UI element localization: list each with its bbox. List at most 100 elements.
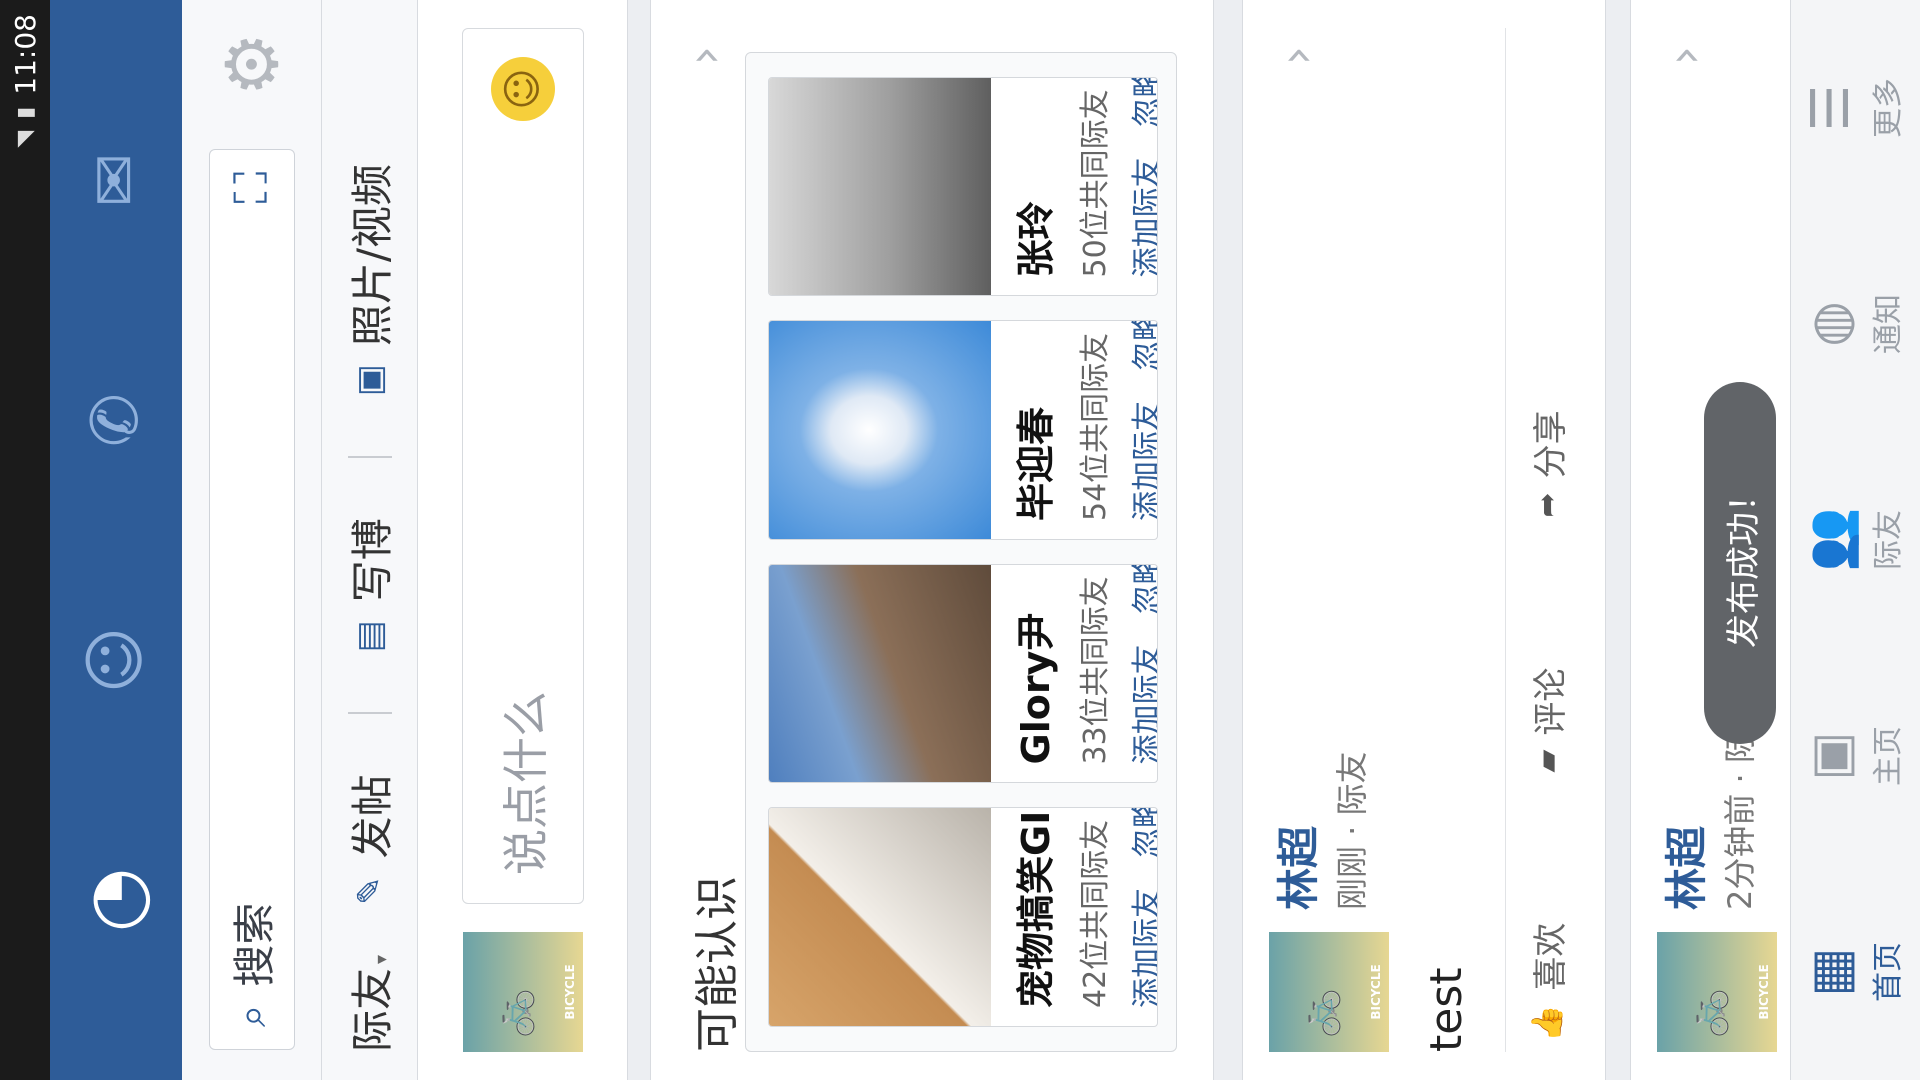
ignore-link[interactable]: 忽略 [1130,564,1158,615]
thumbs-up-icon: 👍 [1530,1004,1565,1042]
post-button[interactable]: ✎ 发帖 [339,774,400,905]
emoji-icon[interactable]: ☺ [490,57,555,121]
friends-icon: 👥 [1801,507,1861,573]
app-toolbar: ◔ ☺ ✆ ✉ [50,0,182,1080]
post-label: 发帖 [348,774,397,859]
person-name[interactable]: 张玲 [1005,96,1060,277]
mutual-friends: 33位共同际友 [1078,576,1113,765]
messenger-icon[interactable]: ☺ [79,600,153,720]
ignore-link[interactable]: 忽略 [1130,77,1158,128]
signal-icon: ▮ [12,106,38,119]
blog-label: 写博 [348,518,397,603]
globe-icon: ◍ [1801,301,1861,347]
person-photo[interactable] [769,808,991,1026]
person-name[interactable]: 毕迎春 [1005,340,1060,521]
photo-label: 照片/视频 [348,164,397,347]
nav-friends[interactable]: 👥 际友 [1801,440,1907,640]
nav-home[interactable]: ▦ 首页 [1801,872,1907,1072]
person-info: 毕迎春 54位共同际友 添加际友 忽略 [991,321,1158,540]
status-bar: ◥ ▮ 11:08 [0,0,50,1080]
clock: 11:08 [8,14,42,95]
comment-icon: ▰ [1530,749,1565,773]
document-icon: ▤ [349,620,390,653]
scan-icon[interactable]: ⛶ [224,172,280,204]
toast-message: 发布成功！ [1704,382,1776,744]
blog-button[interactable]: ▤ 写博 [339,518,400,652]
mutual-friends: 42位共同际友 [1078,819,1113,1008]
person-info: 宠物搞笑GIF 42位共同际友 添加际友 忽略 [991,808,1158,1027]
person-card[interactable]: Glory尹 33位共同际友 添加际友 忽略 [768,564,1158,784]
comment-button[interactable]: ▰ 评论 [1523,668,1572,773]
bicycle-icon: 🚲 [1684,988,1730,1038]
composer-bar: 际友 ▾ ✎ 发帖 ▤ 写博 ▣ 照片/视频 [322,0,418,1080]
nav-profile[interactable]: ▣ 主页 [1801,656,1907,856]
status-input[interactable]: 说点什么 ☺ [461,28,584,904]
add-friend-link[interactable]: 添加际友 [1130,888,1158,1008]
post-author[interactable]: 林超 [1653,826,1714,910]
person-actions: 添加际友忽略 [1122,808,1158,1009]
nav-notify[interactable]: ◍ 通知 [1801,224,1907,424]
add-friend-link[interactable]: 添加际友 [1130,645,1158,765]
mutual-friends: 54位共同际友 [1078,332,1113,521]
person-photo[interactable] [769,78,991,296]
divider [347,456,392,459]
ignore-link[interactable]: 忽略 [1130,808,1158,859]
mail-icon[interactable]: ✉ [79,120,153,240]
search-icon: ⌕ [228,1004,275,1027]
post-meta: 刚刚 · 际友 [1333,751,1371,910]
feed-post: 🚲 BICYCLE 林超 刚刚 · 际友 › test 👍 喜欢 ▰ 评论 ➦ 分享 [1242,0,1606,1080]
person-info: Glory尹 33位共同际友 添加际友 忽略 [991,564,1158,783]
person-card[interactable]: 张玲 50位共同际友 添加际友 忽略 [768,77,1158,297]
profile-icon: ▣ [1801,731,1861,781]
chevron-right-icon[interactable]: › [677,46,733,65]
gear-icon[interactable]: ⚙ [210,32,294,97]
add-friend-link[interactable]: 添加际友 [1130,401,1158,521]
menu-icon: ☰ [1801,84,1861,132]
person-photo[interactable] [769,565,991,783]
circle-label: 际友 [348,967,397,1052]
person-name[interactable]: Glory尹 [1005,583,1060,765]
nav-notify-label: 通知 [1871,294,1906,354]
avatar[interactable]: 🚲 BICYCLE [1657,932,1777,1052]
person-card[interactable]: 宠物搞笑GIF 42位共同际友 添加际友 忽略 [768,807,1158,1027]
post-body: test [1421,967,1472,1053]
screen: ◥ ▮ 11:08 ◔ ☺ ✆ ✉ ⌕ 搜索 ⛶ ⚙ 际友 ▾ ✎ 发帖 ▤ 写博 ▣… [0,0,1920,1080]
dropdown-icon: ▾ [371,954,392,964]
ignore-link[interactable]: 忽略 [1130,321,1158,372]
post-actions: 👍 喜欢 ▰ 评论 ➦ 分享 [1505,28,1589,1052]
bicycle-icon: 🚲 [1296,988,1342,1038]
phone-icon[interactable]: ✆ [79,360,153,480]
like-label: 喜欢 [1531,922,1571,991]
like-button[interactable]: 👍 喜欢 [1523,923,1572,1042]
chevron-down-icon[interactable]: › [1657,46,1713,65]
app-logo-icon[interactable]: ◔ [73,840,159,960]
search-input[interactable]: ⌕ 搜索 ⛶ [208,148,295,1050]
nav-more-label: 更多 [1871,78,1906,138]
chevron-down-icon[interactable]: › [1269,46,1325,65]
post-author[interactable]: 林超 [1265,826,1326,910]
pymk-title: 可能认识 [692,876,743,1052]
bicycle-icon: 🚲 [489,988,536,1038]
avatar[interactable]: 🚲 BICYCLE [1269,932,1389,1052]
circle-selector[interactable]: 际友 ▾ [339,955,400,1052]
person-card[interactable]: 毕迎春 54位共同际友 添加际友 忽略 [768,320,1158,540]
search-placeholder: 搜索 [230,902,279,987]
share-button[interactable]: ➦ 分享 [1523,410,1572,517]
share-label: 分享 [1531,410,1571,479]
wifi-icon: ◥ [12,130,38,148]
person-actions: 添加际友忽略 [1122,77,1158,278]
person-photo[interactable] [769,321,991,539]
person-name[interactable]: 宠物搞笑GIF [1005,808,1060,1009]
divider [347,712,392,715]
avatar: 🚲 BICYCLE [462,932,583,1052]
person-actions: 添加际友忽略 [1122,321,1158,522]
nav-more[interactable]: ☰ 更多 [1801,8,1907,208]
status-placeholder: 说点什么 [498,691,553,875]
status-composer: 🚲 BICYCLE 说点什么 ☺ [418,0,628,1080]
nav-profile-label: 主页 [1871,726,1906,786]
avatar-text: BICYCLE [1757,964,1771,1020]
edit-icon: ✎ [349,876,390,905]
photo-button[interactable]: ▣ 照片/视频 [339,164,400,396]
people-you-may-know: 可能认识 › 宠物搞笑GIF 42位共同际友 添加际友忽略 Glory尹 33位… [650,0,1214,1080]
add-friend-link[interactable]: 添加际友 [1130,158,1158,278]
